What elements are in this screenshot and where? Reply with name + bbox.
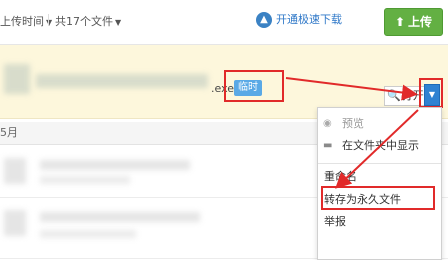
rocket-icon: ▲ [256,12,272,28]
upload-icon: ⬆ [394,15,406,29]
menu-item-rename[interactable]: 重命名 [318,166,441,188]
context-menu: ◉ 预览 ▬ 在文件夹中显示 重命名 转存为永久文件 举报 [317,107,442,260]
blurred-file-meta [40,230,136,238]
toolbar: 上传时间 ▼ 共17个文件 ▼ ▲ 开通极速下载 ⬆ 上传 [0,0,448,45]
menu-divider [318,163,441,164]
eye-icon: ◉ [323,118,332,129]
folder-icon: ▬ [323,140,333,151]
menu-item-preview[interactable]: ◉ 预览 [318,113,441,135]
blurred-file-name [40,212,200,222]
sort-dropdown[interactable]: 上传时间 ▼ [0,13,52,29]
blurred-file-icon [4,158,26,184]
file-count-label: 共17个文件 [55,15,113,28]
upload-button[interactable]: ⬆ 上传 [384,8,443,36]
blurred-file-name [36,74,208,88]
speed-label: 开通极速下载 [276,13,342,26]
blurred-file-name [40,160,190,170]
file-count-dropdown[interactable]: 共17个文件 ▼ [55,13,121,29]
upload-label: 上传 [408,15,433,29]
highlight-box-temp [224,70,284,102]
search-icon: 🔍 [387,89,401,102]
blurred-file-icon [4,210,26,236]
menu-item-label: 预览 [342,117,364,130]
caret-down-icon: ▼ [115,18,122,27]
divider [48,14,49,26]
highlight-box-arrow [419,78,443,108]
menu-item-label: 在文件夹中显示 [342,139,419,152]
menu-item-label: 重命名 [324,170,357,183]
highlight-box-menu-item [321,186,435,210]
caret-down-icon: ▼ [46,18,53,27]
menu-item-report[interactable]: 举报 [318,211,441,233]
date-group-label: 5月 [0,126,18,139]
menu-item-show-in-folder[interactable]: ▬ 在文件夹中显示 [318,135,441,157]
sort-label: 上传时间 [0,15,44,28]
speed-download-link[interactable]: ▲ 开通极速下载 [256,11,342,28]
blurred-file-meta [40,176,130,184]
menu-item-label: 举报 [324,215,346,228]
blurred-file-icon [4,64,30,94]
